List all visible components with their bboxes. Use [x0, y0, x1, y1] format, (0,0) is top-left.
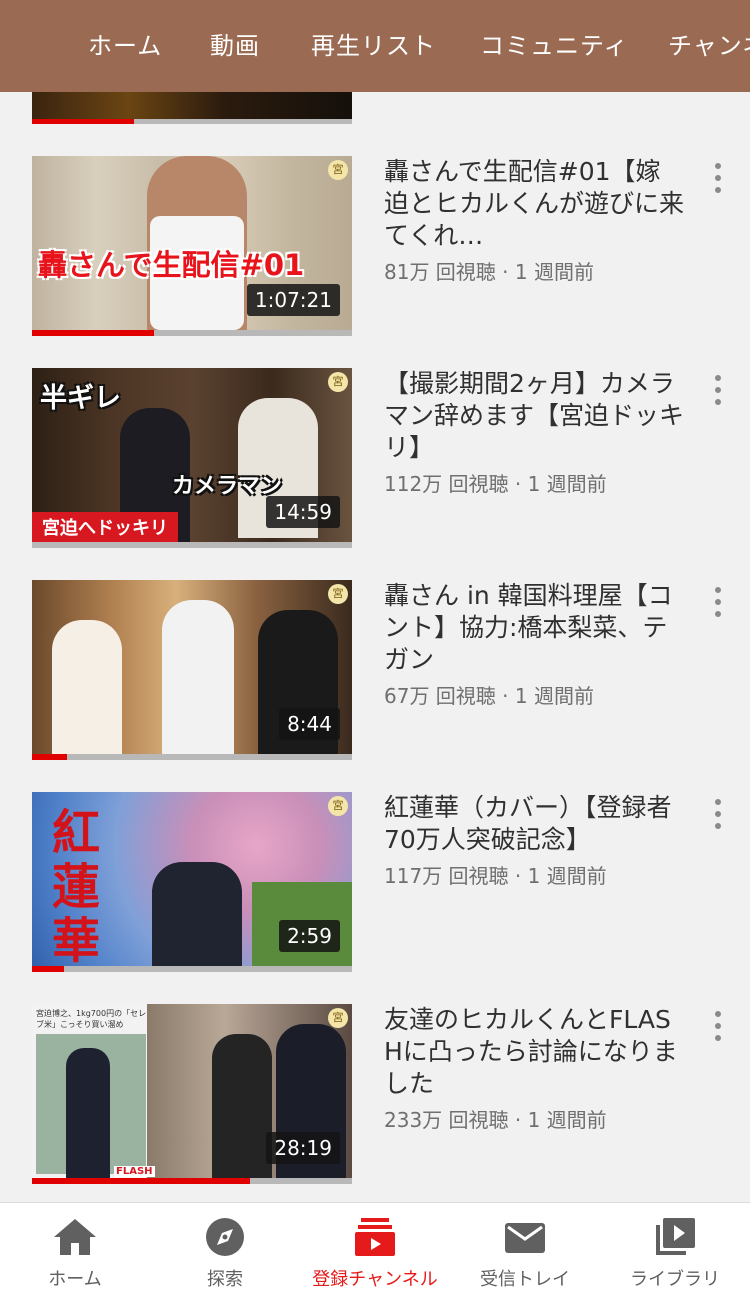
video-meta: 81万 回視聴 · 1 週間前: [384, 260, 594, 284]
video-info: 轟さん in 韓国料理屋【コント】協力:橋本梨菜、テガン 67万 回視聴 · 1…: [384, 580, 684, 709]
tab-channels[interactable]: チャンネル: [668, 0, 750, 92]
channel-badge: 宮: [328, 160, 348, 180]
thumbnail-overlay-text: 紅蓮華: [51, 805, 100, 969]
watch-progress-track: [32, 966, 352, 972]
video-title[interactable]: 【撮影期間2ヶ月】カメラマン辞めます【宮迫ドッキリ】: [384, 368, 684, 464]
channel-tab-bar: ホーム 動画 再生リスト コミュニティ チャンネル: [0, 0, 750, 92]
more-options-icon[interactable]: [706, 160, 730, 196]
video-thumbnail[interactable]: 轟さんで生配信#01 宮 1:07:21: [32, 156, 352, 336]
video-title[interactable]: 友達のヒカルくんとFLASHに凸ったら討論になりました: [384, 1004, 684, 1100]
person-figure: [152, 862, 242, 972]
thumbnail-overlay-text: 轟さんで生配信#01: [38, 248, 305, 282]
watch-progress-bar: [32, 966, 64, 972]
video-item[interactable]: 紅蓮華 宮 2:59 紅蓮華（カバー）【登録者70万人突破記念】 117万 回視…: [0, 792, 750, 1004]
video-thumbnail[interactable]: 宮 8:44: [32, 580, 352, 760]
video-info: 友達のヒカルくんとFLASHに凸ったら討論になりました 233万 回視聴 · 1…: [384, 1004, 684, 1133]
video-title[interactable]: 轟さんで生配信#01【嫁迫とヒカルくんが遊びに来てくれ…: [384, 156, 684, 252]
more-options-icon[interactable]: [706, 584, 730, 620]
thumbnail-overlay-text: 半ギレ: [40, 383, 121, 414]
person-figure: [52, 620, 122, 760]
flash-logo: FLASH: [114, 1166, 155, 1177]
video-feed: 轟さんで生配信#01 宮 1:07:21 轟さんで生配信#01【嫁迫とヒカルくん…: [0, 92, 750, 1202]
video-info: 轟さんで生配信#01【嫁迫とヒカルくんが遊びに来てくれ… 81万 回視聴 · 1…: [384, 156, 684, 285]
explore-icon: [206, 1218, 244, 1256]
watch-progress-track: [32, 542, 352, 548]
more-options-icon[interactable]: [706, 372, 730, 408]
watch-progress-bar: [32, 330, 154, 336]
watch-progress-bar: [32, 754, 68, 760]
channel-badge: 宮: [328, 584, 348, 604]
video-item[interactable]: 半ギレ カメラマン 宮迫へドッキリ 宮 14:59 【撮影期間2ヶ月】カメラマン…: [0, 368, 750, 580]
tab-home[interactable]: ホーム: [88, 0, 162, 92]
home-icon: [54, 1219, 96, 1255]
video-thumbnail[interactable]: 宮迫博之、1kg700円の「セレブ米」こっそり買い溜め FLASH 宮 28:1…: [32, 1004, 352, 1184]
video-item[interactable]: 宮迫博之、1kg700円の「セレブ米」こっそり買い溜め FLASH 宮 28:1…: [0, 1004, 750, 1202]
thumbnail-banner: 宮迫へドッキリ: [32, 512, 178, 542]
nav-inbox[interactable]: 受信トレイ: [450, 1203, 600, 1298]
video-info: 【撮影期間2ヶ月】カメラマン辞めます【宮迫ドッキリ】 112万 回視聴 · 1 …: [384, 368, 684, 497]
video-item[interactable]: 宮 8:44 轟さん in 韓国料理屋【コント】協力:橋本梨菜、テガン 67万 …: [0, 580, 750, 792]
video-thumbnail[interactable]: 紅蓮華 宮 2:59: [32, 792, 352, 972]
video-thumbnail-partial[interactable]: [32, 92, 352, 124]
video-item[interactable]: 轟さんで生配信#01 宮 1:07:21 轟さんで生配信#01【嫁迫とヒカルくん…: [0, 156, 750, 368]
nav-label: 登録チャンネル: [312, 1269, 438, 1290]
channel-badge: 宮: [328, 796, 348, 816]
video-duration: 8:44: [279, 708, 340, 740]
video-title[interactable]: 轟さん in 韓国料理屋【コント】協力:橋本梨菜、テガン: [384, 580, 684, 676]
subscriptions-icon: [355, 1218, 395, 1256]
library-icon: [656, 1218, 695, 1255]
video-thumbnail[interactable]: 半ギレ カメラマン 宮迫へドッキリ 宮 14:59: [32, 368, 352, 548]
video-meta: 112万 回視聴 · 1 週間前: [384, 472, 607, 496]
nav-explore[interactable]: 探索: [150, 1203, 300, 1298]
person-figure: [66, 1048, 110, 1178]
nav-label: ホーム: [48, 1269, 102, 1290]
channel-badge: 宮: [328, 372, 348, 392]
nav-label: ライブラリ: [630, 1269, 720, 1290]
bottom-navigation: ホーム 探索 登録チャンネル 受信トレイ ライブラリ: [0, 1202, 750, 1298]
video-duration: 1:07:21: [246, 284, 340, 316]
thumbnail-caption: 宮迫博之、1kg700円の「セレブ米」こっそり買い溜め: [36, 1009, 147, 1029]
video-info: 紅蓮華（カバー）【登録者70万人突破記念】 117万 回視聴 · 1 週間前: [384, 792, 684, 889]
nav-label: 受信トレイ: [480, 1269, 570, 1290]
nav-subscriptions[interactable]: 登録チャンネル: [300, 1203, 450, 1298]
tab-community[interactable]: コミュニティ: [480, 0, 629, 92]
video-duration: 28:19: [266, 1132, 340, 1164]
video-title[interactable]: 紅蓮華（カバー）【登録者70万人突破記念】: [384, 792, 684, 856]
tab-playlists[interactable]: 再生リスト: [311, 0, 436, 92]
more-options-icon[interactable]: [706, 796, 730, 832]
video-meta: 67万 回視聴 · 1 週間前: [384, 684, 594, 708]
video-duration: 2:59: [279, 920, 340, 952]
nav-library[interactable]: ライブラリ: [600, 1203, 750, 1298]
watch-progress-bar: [32, 1178, 250, 1184]
channel-badge: 宮: [328, 1008, 348, 1028]
video-duration: 14:59: [266, 496, 340, 528]
video-meta: 117万 回視聴 · 1 週間前: [384, 864, 607, 888]
person-figure: [212, 1034, 272, 1184]
person-figure: [162, 600, 234, 760]
tab-videos[interactable]: 動画: [210, 0, 260, 92]
inbox-icon: [505, 1223, 545, 1253]
watch-progress-track: [32, 754, 352, 760]
nav-label: 探索: [207, 1269, 243, 1290]
thumbnail-overlay-text: カメラマン: [172, 474, 283, 499]
nav-home[interactable]: ホーム: [0, 1203, 150, 1298]
more-options-icon[interactable]: [706, 1008, 730, 1044]
watch-progress-bar: [32, 119, 135, 124]
video-meta: 233万 回視聴 · 1 週間前: [384, 1108, 607, 1132]
